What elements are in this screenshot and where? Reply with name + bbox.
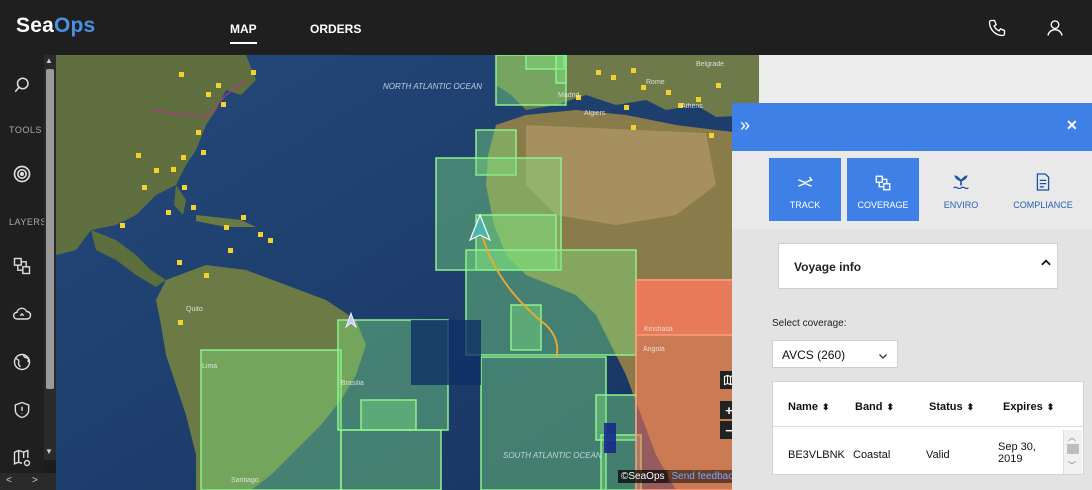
column-header-expires[interactable]: Expires ⬍ <box>1003 401 1054 413</box>
city-label: Santiago <box>231 477 259 484</box>
tab-track[interactable]: TRACK <box>769 158 841 221</box>
tab-label: TRACK <box>789 200 821 210</box>
city-label: Quito <box>186 306 203 313</box>
column-header-name[interactable]: Name ⬍ <box>788 401 830 413</box>
user-icon[interactable] <box>1042 15 1068 41</box>
scroll-up-icon[interactable]: ︿ <box>1068 432 1076 443</box>
cell-expires-line2: 2019 <box>998 453 1023 465</box>
chevron-down-icon <box>877 349 889 367</box>
city-label: Angola <box>643 346 665 353</box>
select-coverage-label: Select coverage: <box>772 318 847 329</box>
eez-block <box>411 320 481 385</box>
sort-icon: ⬍ <box>821 402 830 412</box>
sort-icon: ⬍ <box>1046 402 1055 412</box>
city-label: Rome <box>646 79 665 86</box>
scroll-up-icon[interactable]: ▲ <box>45 56 53 65</box>
map-canvas <box>56 55 759 490</box>
city-label: Belgrade <box>696 61 725 68</box>
phone-icon[interactable] <box>984 15 1010 41</box>
cell-band: Coastal <box>853 449 891 461</box>
horizontal-scrollbar[interactable]: < > <box>0 473 56 490</box>
city-label: Kinshasa <box>644 326 673 333</box>
map-footer: ©SeaOps Send feedback <box>618 470 743 486</box>
map-settings-icon[interactable] <box>9 445 35 471</box>
tool-sidebar: TOOLS LAYERS <box>0 55 47 490</box>
layers-icon[interactable] <box>9 253 35 279</box>
sort-icon: ⬍ <box>886 402 895 412</box>
logo-ops: Ops <box>53 14 96 37</box>
city-label: Lima <box>202 363 218 370</box>
coverage-select[interactable]: AVCS (260) <box>772 340 898 368</box>
cloud-icon[interactable] <box>9 301 35 327</box>
table-scrollbar-thumb[interactable] <box>1067 444 1079 454</box>
tab-label: ENVIRO <box>943 200 979 210</box>
scroll-right-icon[interactable]: > <box>32 475 38 486</box>
city-label: Algiers <box>584 110 606 117</box>
voyage-panel: » ✕ TRACK COVERAGE ENVIRO COMPLIANCE Voy… <box>732 103 1092 490</box>
city-label: Brasilia <box>341 380 364 387</box>
close-icon[interactable]: ✕ <box>1066 117 1078 134</box>
map-copyright: ©SeaOps <box>618 470 668 483</box>
nav-tab-orders[interactable]: ORDERS <box>310 22 361 36</box>
track-icon <box>769 158 841 192</box>
scroll-left-icon[interactable]: < <box>6 475 12 486</box>
coverage-table: Name ⬍ Band ⬍ Status ⬍ Expires ⬍ BE3VLBNK Co… <box>772 381 1084 475</box>
tab-label: COVERAGE <box>857 200 909 210</box>
panel-header: » ✕ <box>732 103 1092 151</box>
ocean-label-north: NORTH ATLANTIC OCEAN <box>383 82 482 91</box>
scroll-down-icon[interactable]: ▼ <box>45 447 53 456</box>
target-icon[interactable] <box>9 161 35 187</box>
scrollbar-thumb[interactable] <box>46 69 54 389</box>
tab-coverage[interactable]: COVERAGE <box>847 158 919 221</box>
voyage-info-card[interactable]: Voyage info <box>778 243 1058 289</box>
sidebar-scrollbar[interactable]: ▲ ▼ <box>44 55 56 460</box>
globe-icon[interactable] <box>9 349 35 375</box>
sort-icon: ⬍ <box>966 402 975 412</box>
coverage-icon <box>847 158 919 192</box>
cell-name[interactable]: BE3VLBNK <box>788 449 845 461</box>
nav-tab-map[interactable]: MAP <box>230 22 257 44</box>
cell-expires-line1: Sep 30, <box>998 441 1036 453</box>
cell-status: Valid <box>926 449 950 461</box>
ocean-label-south: SOUTH ATLANTIC OCEAN <box>503 451 602 460</box>
logo-sea: Sea <box>16 14 54 37</box>
layers-label: LAYERS <box>9 217 47 227</box>
scroll-down-icon[interactable]: ﹀ <box>1068 460 1076 471</box>
shield-icon[interactable] <box>9 397 35 423</box>
tools-label: TOOLS <box>9 125 42 135</box>
expand-icon[interactable]: » <box>740 115 750 136</box>
column-header-band[interactable]: Band ⬍ <box>855 401 894 413</box>
top-bar: SeaOps MAP ORDERS <box>0 0 1092 55</box>
city-label: Athens <box>681 103 703 110</box>
city-label: Madrid <box>558 92 580 99</box>
voyage-info-title: Voyage info <box>794 260 862 274</box>
map-view[interactable]: NORTH ATLANTIC OCEAN SOUTH ATLANTIC OCEA… <box>56 55 759 490</box>
eez-block-2 <box>604 423 616 453</box>
app-logo[interactable]: SeaOps <box>16 14 95 38</box>
table-scrollbar[interactable]: ︿ ﹀ <box>1063 430 1082 474</box>
column-header-status[interactable]: Status ⬍ <box>929 401 974 413</box>
document-icon <box>1000 158 1086 192</box>
tab-label: COMPLIANCE <box>1013 200 1073 210</box>
whale-tail-icon <box>925 158 997 192</box>
coverage-select-value: AVCS (260) <box>782 348 846 362</box>
search-icon[interactable] <box>9 72 35 98</box>
table-divider <box>773 426 1083 427</box>
tab-compliance[interactable]: COMPLIANCE <box>1000 158 1086 221</box>
chevron-up-icon[interactable] <box>1039 256 1053 275</box>
tab-enviro[interactable]: ENVIRO <box>925 158 997 221</box>
